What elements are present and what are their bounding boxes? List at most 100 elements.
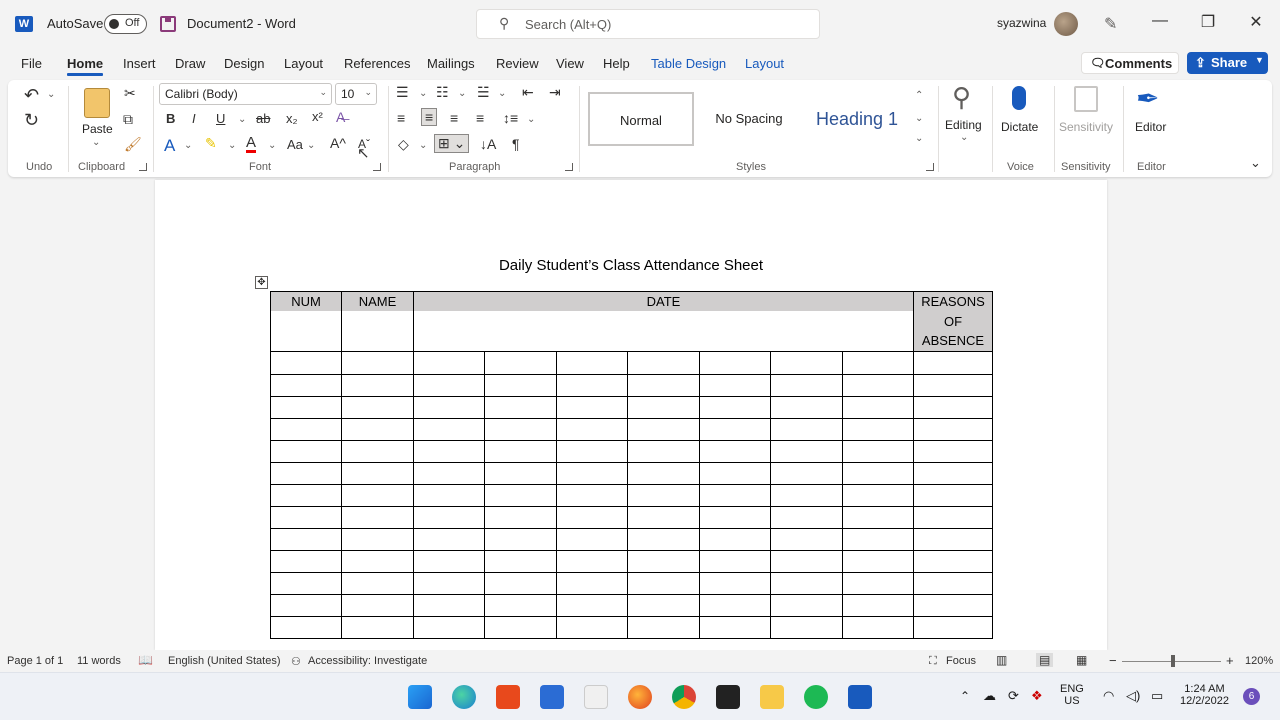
clock[interactable]: 1:24 AM 12/2/2022: [1180, 683, 1229, 707]
strikethrough-icon[interactable]: ab: [256, 111, 270, 126]
table-cell[interactable]: [627, 593, 700, 617]
language[interactable]: English (United States): [168, 655, 281, 667]
table-cell[interactable]: [770, 549, 843, 573]
table-cell[interactable]: [555, 417, 629, 441]
focus-button[interactable]: Focus: [946, 655, 976, 667]
table-cell[interactable]: [770, 417, 843, 441]
table-cell[interactable]: [627, 571, 700, 595]
table-cell[interactable]: [412, 461, 486, 485]
table-cell[interactable]: [770, 483, 843, 507]
table-cell[interactable]: [841, 395, 915, 419]
chevron-down-icon[interactable]: ⌄: [458, 88, 466, 99]
table-cell[interactable]: [841, 527, 915, 551]
table-cell[interactable]: [770, 373, 843, 397]
table-cell[interactable]: [698, 505, 772, 529]
shading-icon[interactable]: ◇: [398, 136, 409, 153]
editor-pen-icon[interactable]: ✒: [1136, 82, 1159, 115]
tab-review[interactable]: Review: [496, 56, 539, 71]
table-cell[interactable]: [270, 350, 342, 375]
styles-launcher-icon[interactable]: [926, 163, 934, 171]
table-cell[interactable]: [555, 439, 629, 463]
chevron-up-icon[interactable]: ⌃: [915, 90, 923, 101]
chevron-down-icon[interactable]: ⌄: [238, 114, 246, 125]
editor-label[interactable]: Editor: [1135, 120, 1166, 134]
tab-file[interactable]: File: [21, 56, 42, 71]
table-cell[interactable]: [270, 483, 342, 507]
table-cell[interactable]: [270, 527, 342, 551]
microphone-icon[interactable]: [1012, 86, 1026, 110]
avatar[interactable]: [1054, 12, 1078, 36]
table-cell[interactable]: [698, 593, 772, 617]
tab-help[interactable]: Help: [603, 56, 630, 71]
table-cell[interactable]: [341, 527, 414, 551]
table-cell[interactable]: [270, 417, 342, 441]
table-cell[interactable]: [555, 527, 629, 551]
file-explorer-icon[interactable]: [760, 685, 784, 709]
tab-table-layout[interactable]: Layout: [745, 56, 784, 71]
table-cell[interactable]: [841, 373, 915, 397]
table-cell[interactable]: [412, 350, 486, 375]
chevron-down-icon[interactable]: ⌄: [527, 114, 535, 125]
table-cell[interactable]: [770, 461, 843, 485]
align-left-icon[interactable]: ≡: [397, 110, 405, 126]
document-page[interactable]: Daily Student’s Class Attendance Sheet ✥…: [155, 180, 1107, 650]
paste-label[interactable]: Paste: [82, 122, 113, 136]
zoom-level[interactable]: 120%: [1245, 655, 1273, 667]
table-cell[interactable]: [555, 571, 629, 595]
language-indicator[interactable]: ENG US: [1060, 683, 1084, 707]
table-cell[interactable]: [555, 505, 629, 529]
paste-icon[interactable]: [84, 88, 110, 118]
table-cell[interactable]: [412, 395, 486, 419]
table-cell[interactable]: [627, 505, 700, 529]
undo-icon[interactable]: ↶: [24, 85, 39, 106]
minimize-button[interactable]: —: [1145, 12, 1175, 30]
table-cell[interactable]: [555, 615, 629, 639]
table-cell[interactable]: [698, 527, 772, 551]
style-normal[interactable]: Normal: [588, 92, 694, 146]
chevron-up-icon[interactable]: ⌃: [960, 689, 970, 703]
tab-design[interactable]: Design: [224, 56, 264, 71]
tab-table-design[interactable]: Table Design: [651, 56, 726, 71]
table-cell[interactable]: [341, 615, 414, 639]
table-cell[interactable]: [698, 373, 772, 397]
table-cell[interactable]: [627, 461, 700, 485]
format-painter-icon[interactable]: 🖌: [124, 136, 142, 153]
clear-formatting-icon[interactable]: A̶: [336, 109, 345, 125]
table-cell[interactable]: [770, 505, 843, 529]
grow-font-icon[interactable]: A^: [330, 135, 346, 151]
table-cell[interactable]: [627, 350, 700, 375]
increase-indent-icon[interactable]: ⇥: [549, 84, 561, 101]
header-cell-num[interactable]: NUM: [270, 291, 342, 352]
table-cell[interactable]: [341, 350, 414, 375]
redo-icon[interactable]: ↻: [24, 110, 39, 131]
table-cell[interactable]: [841, 461, 915, 485]
pen-icon[interactable]: ✎: [1104, 14, 1117, 34]
search-icon[interactable]: ⚲: [952, 82, 971, 113]
table-cell[interactable]: [913, 615, 993, 639]
table-cell[interactable]: [412, 417, 486, 441]
table-cell[interactable]: [270, 593, 342, 617]
table-cell[interactable]: [841, 417, 915, 441]
table-cell[interactable]: [913, 571, 993, 595]
highlight-icon[interactable]: ✎: [205, 135, 217, 152]
table-cell[interactable]: [341, 461, 414, 485]
chevron-down-icon[interactable]: ⌄: [307, 140, 315, 151]
volume-icon[interactable]: ◁): [1126, 688, 1140, 704]
paragraph-launcher-icon[interactable]: [565, 163, 573, 171]
table-cell[interactable]: [412, 593, 486, 617]
share-button[interactable]: ⇪ Share ▼: [1187, 52, 1268, 74]
notification-badge[interactable]: 6: [1243, 688, 1260, 705]
table-cell[interactable]: [484, 417, 557, 441]
table-cell[interactable]: [770, 527, 843, 551]
table-cell[interactable]: [555, 461, 629, 485]
align-center-icon[interactable]: ≡: [421, 108, 438, 126]
table-cell[interactable]: [412, 439, 486, 463]
font-size-select[interactable]: 10 ⌄: [335, 83, 377, 105]
header-cell-name[interactable]: NAME: [341, 291, 414, 352]
chevron-down-icon[interactable]: ⌄: [92, 137, 100, 148]
table-cell[interactable]: [555, 593, 629, 617]
table-cell[interactable]: [484, 395, 557, 419]
table-cell[interactable]: [484, 373, 557, 397]
table-cell[interactable]: [698, 461, 772, 485]
table-cell[interactable]: [341, 439, 414, 463]
